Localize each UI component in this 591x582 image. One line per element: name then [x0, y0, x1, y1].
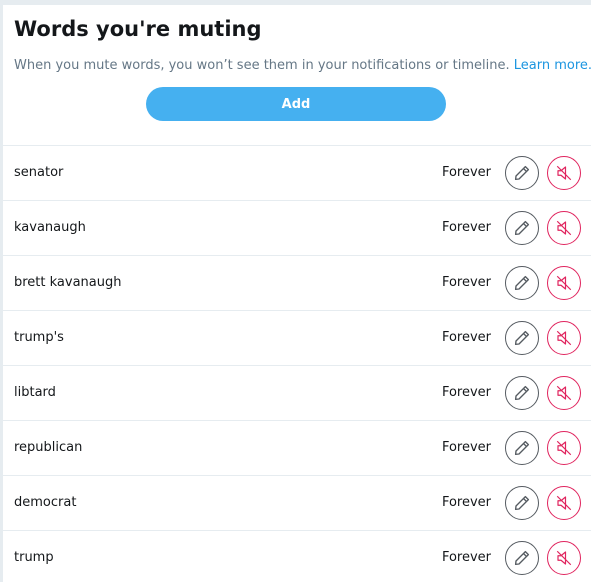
- edit-button[interactable]: [505, 321, 539, 355]
- mute-duration: Forever: [441, 165, 491, 180]
- mute-duration: Forever: [441, 220, 491, 235]
- muted-word-row: senator Forever: [3, 146, 591, 201]
- pencil-icon: [514, 165, 530, 181]
- edit-button[interactable]: [505, 431, 539, 465]
- muted-word-row: kavanaugh Forever: [3, 201, 591, 256]
- page-description: When you mute words, you won’t see them …: [14, 58, 591, 73]
- muted-word-row: republican Forever: [3, 421, 591, 476]
- muted-words-panel: Words you're muting When you mute words,…: [3, 5, 591, 582]
- muted-word-row: trump's Forever: [3, 311, 591, 366]
- edit-button[interactable]: [505, 156, 539, 190]
- mute-duration: Forever: [441, 440, 491, 455]
- mute-duration: Forever: [441, 330, 491, 345]
- speaker-muted-icon: [556, 275, 572, 291]
- pencil-icon: [514, 385, 530, 401]
- pencil-icon: [514, 330, 530, 346]
- unmute-button[interactable]: [547, 211, 581, 245]
- edit-button[interactable]: [505, 266, 539, 300]
- mute-duration: Forever: [441, 385, 491, 400]
- speaker-muted-icon: [556, 440, 572, 456]
- muted-word: kavanaugh: [14, 220, 86, 235]
- edit-button[interactable]: [505, 211, 539, 245]
- learn-more-link[interactable]: Learn more.: [514, 58, 591, 73]
- speaker-muted-icon: [556, 495, 572, 511]
- speaker-muted-icon: [556, 385, 572, 401]
- muted-word: senator: [14, 165, 64, 180]
- mute-duration: Forever: [441, 275, 491, 290]
- unmute-button[interactable]: [547, 156, 581, 190]
- add-muted-word-button[interactable]: Add: [146, 87, 446, 121]
- edit-button[interactable]: [505, 486, 539, 520]
- muted-word: democrat: [14, 495, 77, 510]
- muted-word-row: brett kavanaugh Forever: [3, 256, 591, 311]
- pencil-icon: [514, 440, 530, 456]
- muted-word: libtard: [14, 385, 56, 400]
- unmute-button[interactable]: [547, 266, 581, 300]
- pencil-icon: [514, 220, 530, 236]
- pencil-icon: [514, 550, 530, 566]
- muted-words-header: Words you're muting When you mute words,…: [3, 5, 591, 146]
- unmute-button[interactable]: [547, 486, 581, 520]
- edit-button[interactable]: [505, 376, 539, 410]
- unmute-button[interactable]: [547, 541, 581, 575]
- description-text: When you mute words, you won’t see them …: [14, 58, 510, 73]
- page-title: Words you're muting: [14, 17, 262, 41]
- mute-duration: Forever: [441, 550, 491, 565]
- muted-word: trump's: [14, 330, 64, 345]
- speaker-muted-icon: [556, 220, 572, 236]
- muted-word-row: libtard Forever: [3, 366, 591, 421]
- unmute-button[interactable]: [547, 321, 581, 355]
- unmute-button[interactable]: [547, 376, 581, 410]
- muted-word: republican: [14, 440, 83, 455]
- unmute-button[interactable]: [547, 431, 581, 465]
- speaker-muted-icon: [556, 550, 572, 566]
- pencil-icon: [514, 275, 530, 291]
- edit-button[interactable]: [505, 541, 539, 575]
- muted-word: brett kavanaugh: [14, 275, 122, 290]
- speaker-muted-icon: [556, 330, 572, 346]
- pencil-icon: [514, 495, 530, 511]
- muted-word: trump: [14, 550, 54, 565]
- speaker-muted-icon: [556, 165, 572, 181]
- mute-duration: Forever: [441, 495, 491, 510]
- muted-word-row: democrat Forever: [3, 476, 591, 531]
- muted-word-row: trump Forever: [3, 531, 591, 582]
- muted-words-list: senator Forever kavanaugh Forever brett …: [3, 146, 591, 582]
